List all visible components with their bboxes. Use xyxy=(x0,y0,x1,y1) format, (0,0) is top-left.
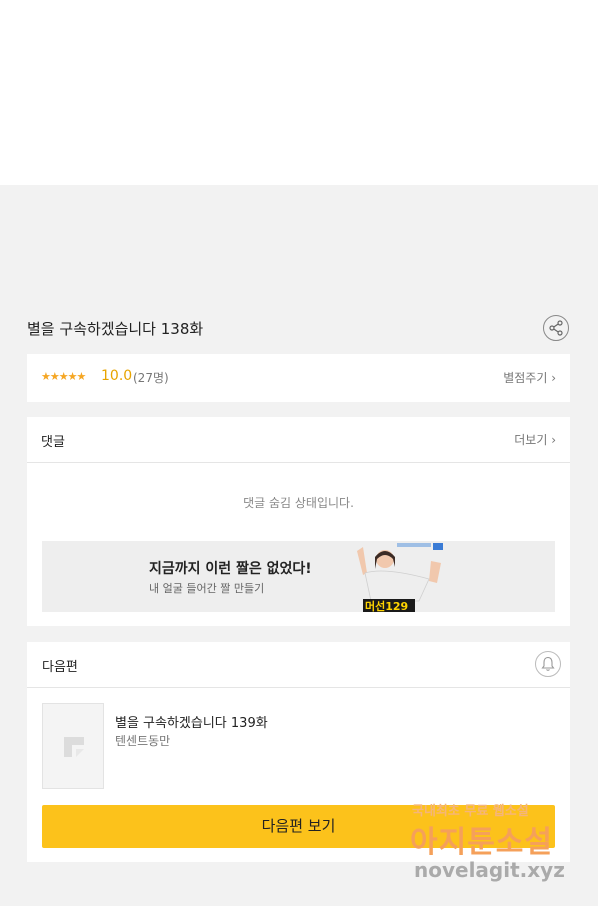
top-blank-area xyxy=(0,0,598,185)
ad-subtitle: 내 얼굴 들어간 짤 만들기 xyxy=(149,582,265,595)
next-episode-author: 텐센트동만 xyxy=(115,734,171,748)
next-episode-heading: 다음편 xyxy=(42,660,78,675)
comments-more-link[interactable]: 더보기 › xyxy=(514,431,556,448)
rating-count: (27명) xyxy=(133,371,169,385)
comments-section: 댓글 더보기 › 댓글 숨김 상태입니다. 지금까지 이런 짤은 없었다! 내 … xyxy=(27,417,570,626)
next-episode-thumbnail[interactable] xyxy=(42,703,104,789)
rating-score: 10.0 xyxy=(101,368,133,384)
share-icon xyxy=(549,320,563,336)
ad-image-caption: 머선129 xyxy=(365,599,408,612)
notification-button[interactable] xyxy=(535,651,561,677)
share-button[interactable] xyxy=(543,315,569,341)
image-placeholder-icon xyxy=(64,737,84,757)
ad-banner[interactable]: 지금까지 이런 짤은 없었다! 내 얼굴 들어간 짤 만들기 머선129 xyxy=(42,541,555,612)
rating-stars: ★★★★★ xyxy=(41,370,86,383)
next-episode-button[interactable]: 다음편 보기 xyxy=(42,805,555,848)
next-episode-section: 다음편 별을 구속하겠습니다 139화 텐센트동만 다음편 보기 xyxy=(27,642,570,862)
comments-hidden-message: 댓글 숨김 상태입니다. xyxy=(243,496,354,510)
bell-icon xyxy=(541,656,555,671)
comments-title: 댓글 xyxy=(41,435,65,450)
episode-title: 별을 구속하겠습니다 138화 xyxy=(27,320,204,338)
rate-button[interactable]: 별점주기 › xyxy=(503,369,556,386)
comments-header: 댓글 더보기 › xyxy=(27,417,570,463)
next-episode-title[interactable]: 별을 구속하겠습니다 139화 xyxy=(115,712,268,731)
ad-title: 지금까지 이런 짤은 없었다! xyxy=(149,561,312,577)
rating-section: ★★★★★ 10.0 (27명) 별점주기 › xyxy=(27,354,570,402)
next-episode-header: 다음편 xyxy=(27,642,570,688)
ad-person-image: 머선129 xyxy=(357,543,443,612)
